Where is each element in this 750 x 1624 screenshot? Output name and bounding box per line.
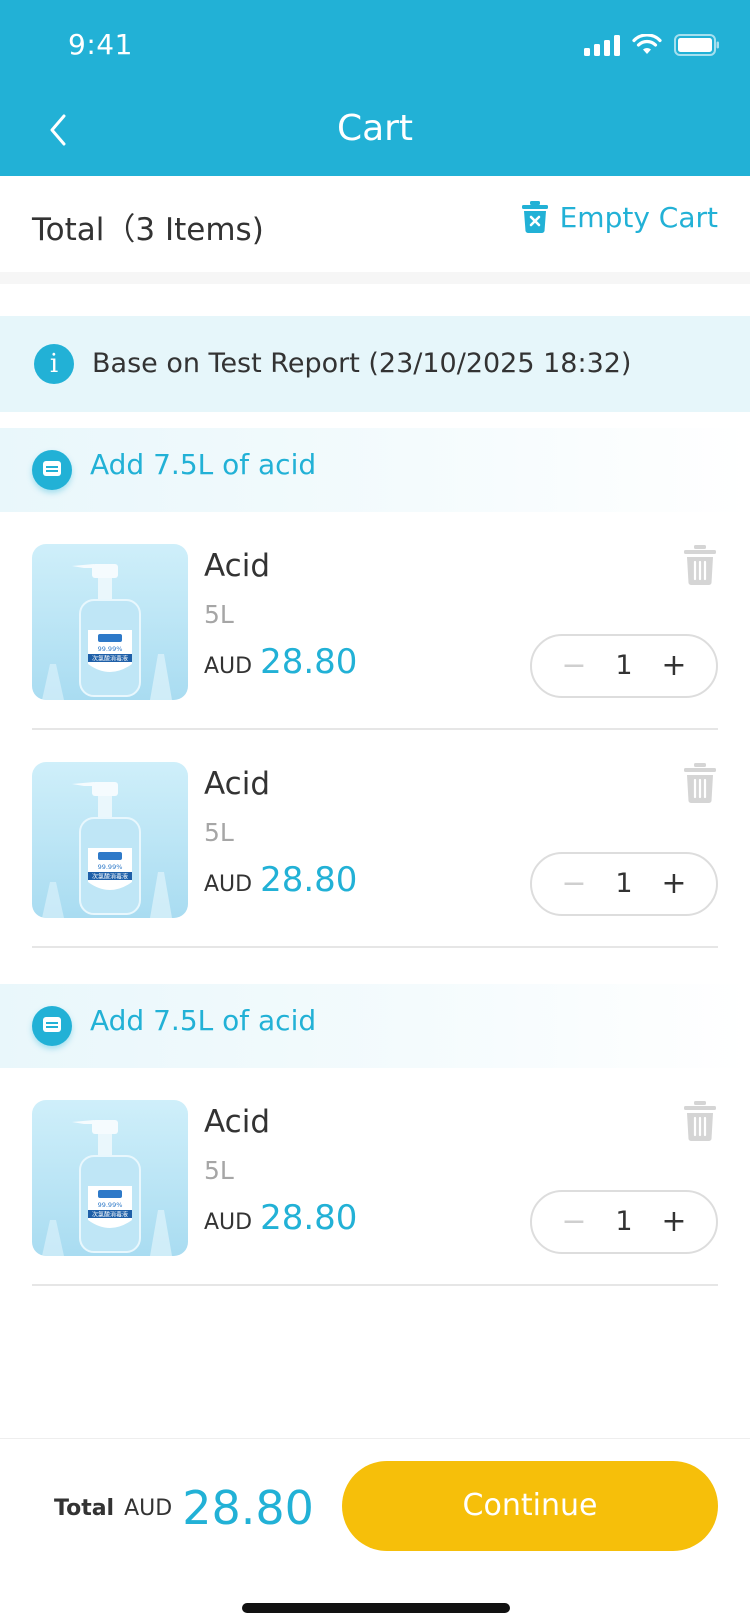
delete-icon[interactable] [682,544,718,586]
page-title: Cart [336,108,414,149]
product-price: AUD 28.80 [204,860,357,900]
delete-icon[interactable] [682,1100,718,1142]
product-price: AUD 28.80 [204,1198,357,1238]
empty-cart-button[interactable]: Empty Cart [520,200,718,234]
price-value: 28.80 [260,642,358,682]
recommendation-banner: Add 7.5L of acid [0,428,750,512]
product-spec: 5L [204,818,234,847]
price-currency: AUD [204,654,253,679]
increase-button[interactable]: + [646,636,702,696]
product-badge-text: 99.99% [98,1201,123,1209]
quantity-stepper: − 1 + [530,1190,718,1254]
product-image[interactable]: 99.99% 次氯酸消毒液 [32,544,188,700]
battery-icon [674,34,719,56]
increase-button[interactable]: + [646,1192,702,1252]
product-label-text: 次氯酸消毒液 [92,1211,128,1219]
price-currency: AUD [204,872,253,897]
delete-icon[interactable] [682,762,718,804]
cart-total-label: Total（3 Items) [32,212,264,248]
cart-item: 99.99% 次氯酸消毒液 Acid 5L AUD 28.80 − 1 + [0,1068,750,1286]
signal-icon [584,34,620,56]
product-name[interactable]: Acid [204,1104,270,1140]
header: 9:41 Cart [0,0,750,176]
product-label-text: 次氯酸消毒液 [92,655,128,663]
empty-cart-label: Empty Cart [559,200,718,234]
product-name[interactable]: Acid [204,548,270,584]
price-value: 28.80 [260,860,358,900]
recommendation-text: Add 7.5L of acid [90,448,317,481]
trash-icon [521,201,548,234]
order-total-label: Total [54,1495,115,1521]
item-divider [32,1284,718,1286]
test-report-banner: i Base on Test Report (23/10/2025 18:32) [0,316,750,412]
product-badge-text: 99.99% [98,863,123,871]
cart-summary-bar: Total（3 Items) Empty Cart [0,176,750,272]
quantity-stepper: − 1 + [530,852,718,916]
order-total-currency: AUD [124,1495,173,1521]
message-icon [32,1006,72,1046]
increase-button[interactable]: + [646,854,702,914]
product-label-text: 次氯酸消毒液 [92,873,128,881]
product-spec: 5L [204,600,234,629]
status-icons [584,34,720,56]
price-value: 28.80 [260,1198,358,1238]
wifi-icon [632,34,662,54]
test-report-text: Base on Test Report (23/10/2025 18:32) [92,348,632,379]
quantity-stepper: − 1 + [530,634,718,698]
message-icon [32,450,72,490]
recommendation-text: Add 7.5L of acid [90,1004,317,1037]
product-spec: 5L [204,1156,234,1185]
section-divider [0,272,750,284]
cart-item: 99.99% 次氯酸消毒液 Acid 5L AUD 28.80 − 1 + [0,512,750,730]
product-name[interactable]: Acid [204,766,270,802]
home-indicator [242,1603,510,1613]
cart-item: 99.99% 次氯酸消毒液 Acid 5L AUD 28.80 − 1 + [0,730,750,948]
product-price: AUD 28.80 [204,642,357,682]
order-total: Total AUD 28.80 [54,1463,314,1553]
recommendation-banner: Add 7.5L of acid [0,984,750,1068]
price-currency: AUD [204,1210,253,1235]
continue-button[interactable]: Continue [342,1461,718,1551]
product-badge-text: 99.99% [98,645,123,653]
checkout-bar: Total AUD 28.80 Continue [0,1438,750,1624]
status-time: 9:41 [68,28,133,61]
info-icon: i [34,344,74,384]
product-image[interactable]: 99.99% 次氯酸消毒液 [32,762,188,918]
item-divider [32,946,718,948]
product-image[interactable]: 99.99% 次氯酸消毒液 [32,1100,188,1256]
order-total-value: 28.80 [182,1481,314,1535]
